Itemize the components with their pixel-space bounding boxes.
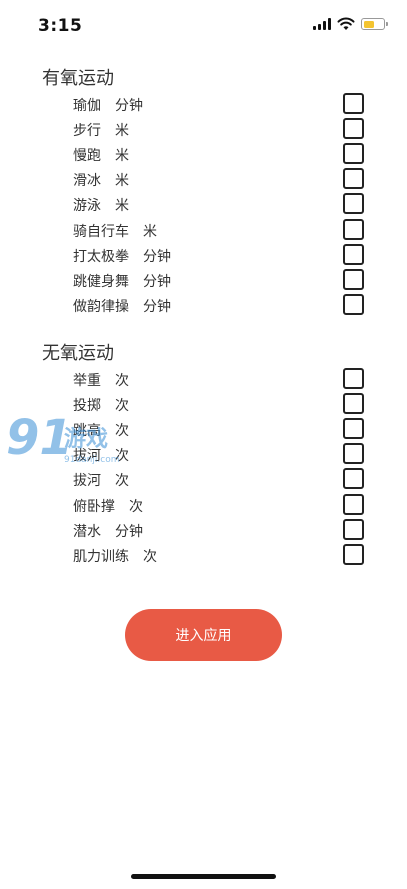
exercise-unit: 次 [115,398,129,415]
exercise-checkbox[interactable] [343,418,364,440]
exercise-name: 做韵律操 [73,298,129,315]
exercise-label: 拔河次 [73,445,129,465]
exercise-name: 瑜伽 [73,98,101,114]
exercise-checkbox[interactable] [343,218,364,240]
exercise-checkbox[interactable] [343,268,364,290]
exercise-name: 步行 [73,123,101,140]
status-time: 3:15 [38,16,83,36]
section-title: 有氧运动 [42,68,114,89]
exercise-name: 俯卧撑 [73,498,115,515]
exercise-name: 骑自行车 [73,223,129,240]
section-title: 无氧运动 [42,343,114,364]
exercise-row: 慢跑米 [73,143,364,165]
exercise-name: 打太极拳 [73,248,129,265]
exercise-label: 骑自行车米 [73,221,157,241]
exercise-checkbox[interactable] [343,393,364,415]
exercise-row: 游泳米 [73,193,364,215]
battery-icon [361,18,388,30]
exercise-label: 游泳米 [73,195,129,215]
exercise-row: 瑜伽 分钟 [73,93,364,115]
exercise-unit: 次 [115,473,129,490]
exercise-checkbox[interactable] [343,443,364,465]
status-bar: 3:15 [0,0,407,52]
exercise-label: 打太极拳 分钟 [73,246,171,266]
exercise-unit: 次 [143,548,157,565]
exercise-checkbox[interactable] [343,518,364,540]
exercise-row: 潜水 分钟 [73,518,364,541]
exercise-label: 俯卧撑次 [73,496,143,516]
exercise-row: 骑自行车米 [73,218,364,241]
exercise-checkbox[interactable] [343,543,364,565]
exercise-row: 跳高次 [73,418,364,440]
signal-icon [313,18,331,30]
exercise-checkbox[interactable] [343,468,364,490]
exercise-unit: 分钟 [115,98,143,114]
exercise-unit: 次 [115,373,129,389]
exercise-label: 步行米 [73,120,129,140]
exercise-name: 滑冰 [73,173,101,190]
exercise-unit: 米 [115,123,129,140]
exercise-unit: 次 [115,448,129,465]
exercise-label: 跳健身舞 分钟 [73,271,171,291]
home-indicator [131,874,276,879]
exercise-name: 潜水 [73,523,101,540]
exercise-label: 拔河次 [73,470,129,490]
exercise-unit: 米 [115,198,129,215]
exercise-checkbox[interactable] [343,93,364,114]
exercise-unit: 米 [115,148,129,165]
exercise-name: 肌力训练 [73,548,129,565]
exercise-row: 步行米 [73,118,364,140]
exercise-name: 跳健身舞 [73,273,129,290]
exercise-label: 投掷次 [73,395,129,415]
exercise-label: 举重次 [73,370,129,390]
exercise-row: 肌力训练次 [73,543,364,566]
exercise-label: 慢跑米 [73,145,129,165]
exercise-name: 举重 [73,373,101,389]
exercise-checkbox[interactable] [343,118,364,140]
exercise-row: 拔河次 [73,468,364,490]
exercise-name: 拔河 [73,473,101,490]
exercise-label: 瑜伽 分钟 [73,95,143,115]
exercise-label: 肌力训练次 [73,546,157,566]
exercise-name: 跳高 [73,423,101,440]
exercise-row: 俯卧撑次 [73,493,364,516]
exercise-checkbox[interactable] [343,168,364,190]
svg-text:91: 91 [6,410,73,466]
exercise-row: 做韵律操 分钟 [73,293,364,316]
exercise-checkbox[interactable] [343,243,364,265]
enter-app-button[interactable]: 进入应用 [125,609,282,661]
exercise-name: 拔河 [73,448,101,465]
exercise-unit: 次 [129,498,143,515]
exercise-unit: 次 [115,423,129,440]
status-icons [313,17,388,31]
exercise-row: 滑冰米 [73,168,364,190]
exercise-name: 慢跑 [73,148,101,165]
exercise-label: 潜水 分钟 [73,521,143,541]
exercise-unit: 米 [143,223,157,240]
exercise-row: 打太极拳 分钟 [73,243,364,266]
exercise-name: 投掷 [73,398,101,415]
exercise-row: 拔河次 [73,443,364,465]
exercise-label: 跳高次 [73,420,129,440]
exercise-row: 跳健身舞 分钟 [73,268,364,291]
exercise-label: 滑冰米 [73,170,129,190]
exercise-unit: 米 [115,173,129,190]
exercise-checkbox[interactable] [343,143,364,165]
exercise-row: 投掷次 [73,393,364,415]
exercise-unit: 分钟 [143,298,171,315]
wifi-icon [337,17,355,30]
exercise-label: 做韵律操 分钟 [73,296,171,316]
exercise-name: 游泳 [73,198,101,215]
battery-level [363,20,374,28]
exercise-unit: 分钟 [143,248,171,265]
exercise-unit: 分钟 [115,523,143,540]
exercise-checkbox[interactable] [343,368,364,389]
exercise-unit: 分钟 [143,273,171,290]
exercise-row: 举重次 [73,368,364,390]
exercise-checkbox[interactable] [343,293,364,315]
exercise-checkbox[interactable] [343,493,364,515]
exercise-checkbox[interactable] [343,193,364,215]
